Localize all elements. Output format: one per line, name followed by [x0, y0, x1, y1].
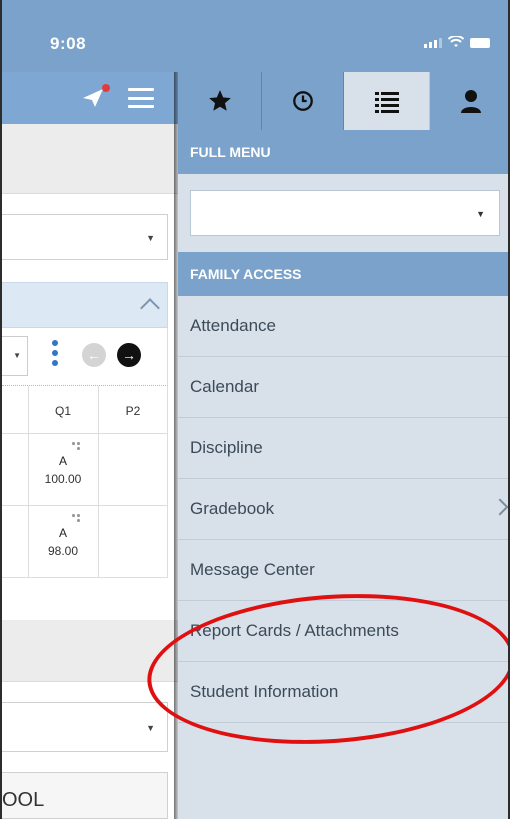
- next-arrow-icon[interactable]: →: [117, 343, 141, 367]
- school-text: OOL: [2, 789, 45, 811]
- grades-grid: Q1 P2 A 100.00 A 98.00: [2, 386, 168, 578]
- grade-letter: A: [58, 526, 67, 540]
- app-frame: 9:08 ▼ ▼ ← → Q1 P2 A 100.00 A 98.00 ▼ OO…: [0, 0, 510, 819]
- chevron-up-icon[interactable]: [140, 298, 160, 318]
- menu-tab-bar: [178, 72, 508, 132]
- more-options-icon[interactable]: [52, 340, 58, 366]
- page-band: [2, 124, 178, 194]
- grid-nav-row: ▼ ← →: [2, 328, 168, 386]
- menu-item-student-information[interactable]: Student Information: [178, 662, 508, 723]
- menu-item-attendance[interactable]: Attendance: [178, 296, 508, 357]
- side-menu-panel: FULL MENU ▼ FAMILY ACCESS Attendance Cal…: [178, 72, 508, 819]
- menu-item-calendar[interactable]: Calendar: [178, 357, 508, 418]
- menu-item-gradebook[interactable]: Gradebook: [178, 479, 508, 540]
- list-icon: [374, 92, 399, 113]
- family-access-header: FAMILY ACCESS: [178, 252, 508, 296]
- status-icons: [424, 36, 490, 48]
- tab-account[interactable]: [430, 72, 508, 130]
- send-icon[interactable]: [82, 88, 104, 108]
- column-header-p2: P2: [125, 404, 141, 418]
- notification-dot: [102, 84, 110, 92]
- caret-down-icon: ▼: [13, 351, 21, 360]
- grade-letter: A: [58, 454, 67, 468]
- menu-item-label: Gradebook: [190, 499, 275, 518]
- clock-icon: [292, 91, 313, 111]
- person-icon: [461, 90, 481, 113]
- table-row[interactable]: A 100.00: [2, 434, 167, 506]
- grid-select[interactable]: ▼: [2, 336, 28, 376]
- tab-favorites[interactable]: [178, 72, 262, 130]
- grade-dots-icon: [72, 514, 80, 524]
- tab-full-menu[interactable]: [344, 72, 430, 132]
- menu-item-label: Calendar: [190, 377, 259, 396]
- page-header-bar: [2, 72, 178, 124]
- status-time: 9:08: [50, 34, 87, 53]
- caret-down-icon: ▼: [146, 233, 155, 243]
- page-band: [2, 620, 178, 682]
- table-row[interactable]: A 98.00: [2, 506, 167, 578]
- chevron-right-icon: [491, 498, 508, 516]
- menu-item-report-cards[interactable]: Report Cards / Attachments: [178, 601, 508, 662]
- column-header-q1: Q1: [54, 404, 71, 418]
- full-menu-header: FULL MENU: [178, 130, 508, 174]
- star-icon: [208, 90, 231, 111]
- menu-item-label: Report Cards / Attachments: [190, 621, 399, 640]
- menu-item-message-center[interactable]: Message Center: [178, 540, 508, 601]
- grade-percent: 98.00: [47, 544, 79, 558]
- wifi-icon: [448, 36, 464, 47]
- page-select[interactable]: ▼: [2, 214, 168, 260]
- menu-item-label: Student Information: [190, 682, 339, 701]
- grade-percent: 100.00: [44, 472, 82, 486]
- section-header[interactable]: [2, 282, 168, 328]
- page-select[interactable]: ▼: [2, 702, 168, 752]
- menu-item-label: Message Center: [190, 560, 315, 579]
- background-page: ▼ ▼ ← → Q1 P2 A 100.00 A 98.00 ▼ OOL: [2, 72, 178, 819]
- grid-header-row: Q1 P2: [2, 386, 167, 434]
- menu-item-discipline[interactable]: Discipline: [178, 418, 508, 479]
- signal-icon: [424, 38, 442, 48]
- hamburger-menu-icon[interactable]: [128, 88, 154, 108]
- battery-icon: [470, 38, 490, 48]
- status-bar: 9:08: [2, 0, 508, 72]
- grade-dots-icon: [72, 442, 80, 452]
- tab-recent[interactable]: [262, 72, 344, 130]
- grade-cell[interactable]: A 100.00: [28, 434, 98, 486]
- caret-down-icon: ▼: [146, 723, 155, 733]
- caret-down-icon: ▼: [476, 209, 485, 219]
- menu-item-label: Discipline: [190, 438, 263, 457]
- previous-arrow-icon[interactable]: ←: [82, 343, 106, 367]
- grade-cell[interactable]: A 98.00: [28, 506, 98, 558]
- school-box: OOL: [2, 772, 168, 819]
- menu-item-label: Attendance: [190, 316, 277, 335]
- menu-search-select[interactable]: ▼: [190, 190, 500, 236]
